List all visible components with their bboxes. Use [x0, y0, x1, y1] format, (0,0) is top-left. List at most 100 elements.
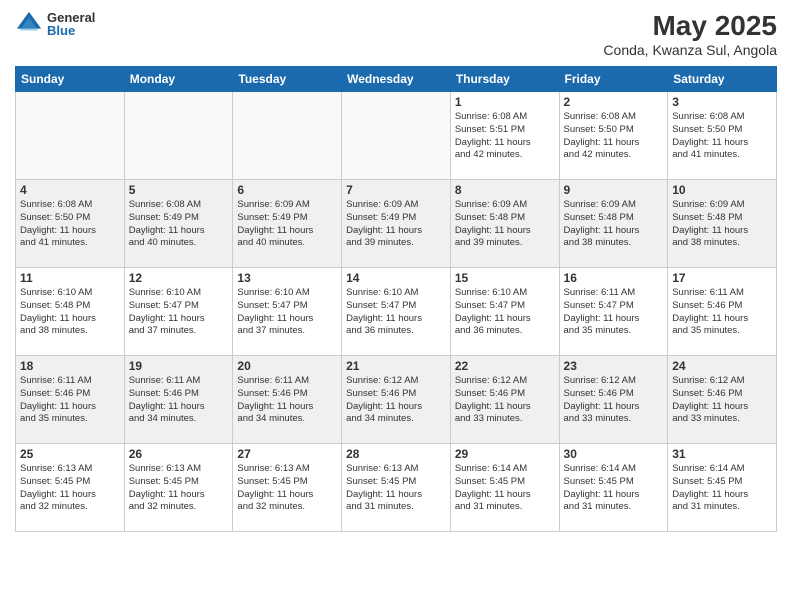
calendar-cell: 17 Sunrise: 6:11 AMSunset: 5:46 PMDayligh… — [668, 268, 777, 356]
day-number: 12 — [129, 271, 229, 285]
day-number: 1 — [455, 95, 555, 109]
cell-content: Sunrise: 6:09 AMSunset: 5:49 PMDaylight:… — [237, 199, 337, 250]
calendar-cell: 5Sunrise: 6:08 AMSunset: 5:49 PMDaylight… — [124, 180, 233, 268]
cell-content: Sunrise: 6:14 AMSunset: 5:45 PMDaylight:… — [564, 463, 664, 514]
day-number: 22 — [455, 359, 555, 373]
day-header-thursday: Thursday — [450, 67, 559, 92]
cell-content: Sunrise: 6:12 AMSunset: 5:46 PMDaylight:… — [672, 375, 772, 426]
cell-content: Sunrise: 6:13 AMSunset: 5:45 PMDaylight:… — [237, 463, 337, 514]
cell-content: Sunrise: 6:11 AMSunset: 5:46 PMDaylight:… — [672, 287, 772, 338]
calendar-table: SundayMondayTuesdayWednesdayThursdayFrid… — [15, 66, 777, 532]
calendar-cell: 1 Sunrise: 6:08 AMSunset: 5:51 PMDaylight… — [450, 92, 559, 180]
day-number: 27 — [237, 447, 337, 461]
cell-content: Sunrise: 6:11 AMSunset: 5:46 PMDaylight:… — [237, 375, 337, 426]
calendar-cell: 8 Sunrise: 6:09 AMSunset: 5:48 PMDaylight… — [450, 180, 559, 268]
calendar-cell: 4Sunrise: 6:08 AMSunset: 5:50 PMDaylight… — [16, 180, 125, 268]
calendar-cell: 16 Sunrise: 6:11 AMSunset: 5:47 PMDayligh… — [559, 268, 668, 356]
cell-content: Sunrise: 6:13 AMSunset: 5:45 PMDaylight:… — [346, 463, 446, 514]
header: General Blue May 2025 Conda, Kwanza Sul,… — [15, 10, 777, 58]
week-row-3: 11 Sunrise: 6:10 AMSunset: 5:48 PMDayligh… — [16, 268, 777, 356]
cell-content: Sunrise: 6:10 AMSunset: 5:48 PMDaylight:… — [20, 287, 120, 338]
cell-content: Sunrise: 6:14 AMSunset: 5:45 PMDaylight:… — [672, 463, 772, 514]
cell-content: Sunrise: 6:12 AMSunset: 5:46 PMDaylight:… — [346, 375, 446, 426]
day-number: 7 — [346, 183, 446, 197]
cell-content: Sunrise: 6:10 AMSunset: 5:47 PMDaylight:… — [129, 287, 229, 338]
day-number: 18 — [20, 359, 120, 373]
day-number: 30 — [564, 447, 664, 461]
logo-icon — [15, 10, 43, 38]
calendar-cell: 19Sunrise: 6:11 AMSunset: 5:46 PMDayligh… — [124, 356, 233, 444]
calendar-cell: 24 Sunrise: 6:12 AMSunset: 5:46 PMDayligh… — [668, 356, 777, 444]
day-number: 15 — [455, 271, 555, 285]
calendar-cell: 11 Sunrise: 6:10 AMSunset: 5:48 PMDayligh… — [16, 268, 125, 356]
day-number: 8 — [455, 183, 555, 197]
cell-content: Sunrise: 6:10 AMSunset: 5:47 PMDaylight:… — [455, 287, 555, 338]
logo-text: General Blue — [47, 11, 95, 37]
calendar-cell: 13 Sunrise: 6:10 AMSunset: 5:47 PMDayligh… — [233, 268, 342, 356]
cell-content: Sunrise: 6:13 AMSunset: 5:45 PMDaylight:… — [20, 463, 120, 514]
day-number: 24 — [672, 359, 772, 373]
cell-content: Sunrise: 6:14 AMSunset: 5:45 PMDaylight:… — [455, 463, 555, 514]
day-number: 6 — [237, 183, 337, 197]
subtitle: Conda, Kwanza Sul, Angola — [603, 42, 777, 58]
title-section: May 2025 Conda, Kwanza Sul, Angola — [603, 10, 777, 58]
calendar-cell: 15 Sunrise: 6:10 AMSunset: 5:47 PMDayligh… — [450, 268, 559, 356]
day-number: 2 — [564, 95, 664, 109]
main-title: May 2025 — [603, 10, 777, 42]
cell-content: Sunrise: 6:08 AMSunset: 5:50 PMDaylight:… — [672, 111, 772, 162]
calendar-cell: 14 Sunrise: 6:10 AMSunset: 5:47 PMDayligh… — [342, 268, 451, 356]
day-header-row: SundayMondayTuesdayWednesdayThursdayFrid… — [16, 67, 777, 92]
week-row-2: 4Sunrise: 6:08 AMSunset: 5:50 PMDaylight… — [16, 180, 777, 268]
day-number: 16 — [564, 271, 664, 285]
cell-content: Sunrise: 6:10 AMSunset: 5:47 PMDaylight:… — [346, 287, 446, 338]
day-header-wednesday: Wednesday — [342, 67, 451, 92]
cell-content: Sunrise: 6:12 AMSunset: 5:46 PMDaylight:… — [455, 375, 555, 426]
day-number: 19 — [129, 359, 229, 373]
day-number: 17 — [672, 271, 772, 285]
calendar-cell: 28Sunrise: 6:13 AMSunset: 5:45 PMDayligh… — [342, 444, 451, 532]
calendar-cell: 25 Sunrise: 6:13 AMSunset: 5:45 PMDayligh… — [16, 444, 125, 532]
cell-content: Sunrise: 6:08 AMSunset: 5:51 PMDaylight:… — [455, 111, 555, 162]
cell-content: Sunrise: 6:10 AMSunset: 5:47 PMDaylight:… — [237, 287, 337, 338]
calendar-cell: 7 Sunrise: 6:09 AMSunset: 5:49 PMDaylight… — [342, 180, 451, 268]
week-row-1: 1 Sunrise: 6:08 AMSunset: 5:51 PMDaylight… — [16, 92, 777, 180]
cell-content: Sunrise: 6:11 AMSunset: 5:47 PMDaylight:… — [564, 287, 664, 338]
day-header-monday: Monday — [124, 67, 233, 92]
day-number: 5 — [129, 183, 229, 197]
day-header-tuesday: Tuesday — [233, 67, 342, 92]
day-number: 13 — [237, 271, 337, 285]
day-number: 20 — [237, 359, 337, 373]
day-number: 31 — [672, 447, 772, 461]
cell-content: Sunrise: 6:13 AMSunset: 5:45 PMDaylight:… — [129, 463, 229, 514]
calendar-cell: 29Sunrise: 6:14 AMSunset: 5:45 PMDayligh… — [450, 444, 559, 532]
day-header-sunday: Sunday — [16, 67, 125, 92]
day-number: 10 — [672, 183, 772, 197]
day-number: 26 — [129, 447, 229, 461]
calendar-cell: 31 Sunrise: 6:14 AMSunset: 5:45 PMDayligh… — [668, 444, 777, 532]
day-number: 14 — [346, 271, 446, 285]
logo-blue-text: Blue — [47, 24, 95, 37]
calendar-cell — [16, 92, 125, 180]
calendar-cell: 3 Sunrise: 6:08 AMSunset: 5:50 PMDaylight… — [668, 92, 777, 180]
calendar-cell: 12 Sunrise: 6:10 AMSunset: 5:47 PMDayligh… — [124, 268, 233, 356]
day-number: 23 — [564, 359, 664, 373]
day-number: 11 — [20, 271, 120, 285]
calendar-cell: 20 Sunrise: 6:11 AMSunset: 5:46 PMDayligh… — [233, 356, 342, 444]
calendar-cell — [124, 92, 233, 180]
day-number: 3 — [672, 95, 772, 109]
calendar-cell: 22 Sunrise: 6:12 AMSunset: 5:46 PMDayligh… — [450, 356, 559, 444]
cell-content: Sunrise: 6:11 AMSunset: 5:46 PMDaylight:… — [20, 375, 120, 426]
day-number: 21 — [346, 359, 446, 373]
cell-content: Sunrise: 6:09 AMSunset: 5:48 PMDaylight:… — [672, 199, 772, 250]
calendar-cell: 6 Sunrise: 6:09 AMSunset: 5:49 PMDaylight… — [233, 180, 342, 268]
cell-content: Sunrise: 6:08 AMSunset: 5:50 PMDaylight:… — [564, 111, 664, 162]
calendar-cell: 21 Sunrise: 6:12 AMSunset: 5:46 PMDayligh… — [342, 356, 451, 444]
day-header-friday: Friday — [559, 67, 668, 92]
calendar-cell: 18 Sunrise: 6:11 AMSunset: 5:46 PMDayligh… — [16, 356, 125, 444]
calendar-cell: 9Sunrise: 6:09 AMSunset: 5:48 PMDaylight… — [559, 180, 668, 268]
cell-content: Sunrise: 6:09 AMSunset: 5:48 PMDaylight:… — [455, 199, 555, 250]
calendar-cell: 27 Sunrise: 6:13 AMSunset: 5:45 PMDayligh… — [233, 444, 342, 532]
page: General Blue May 2025 Conda, Kwanza Sul,… — [0, 0, 792, 612]
day-number: 25 — [20, 447, 120, 461]
cell-content: Sunrise: 6:09 AMSunset: 5:49 PMDaylight:… — [346, 199, 446, 250]
